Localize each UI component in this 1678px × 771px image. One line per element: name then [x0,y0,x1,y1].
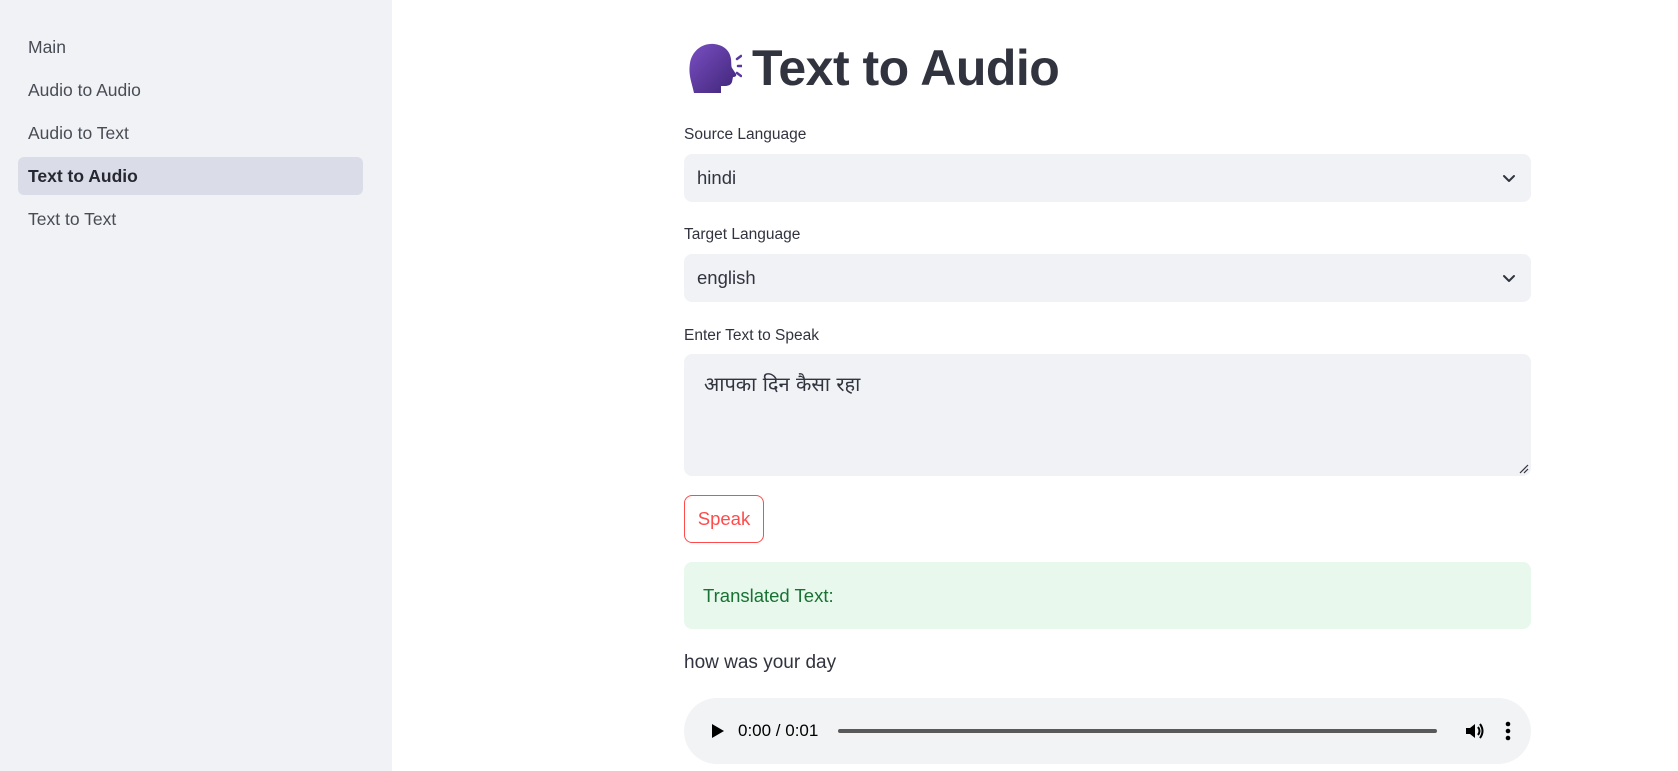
audio-time: 0:00 / 0:01 [738,721,819,740]
page-title-text: Text to Audio [752,40,1060,96]
success-alert-text: Translated Text: [703,584,834,606]
success-alert: Translated Text: [684,562,1531,629]
target-language-label: Target Language [684,226,801,243]
sidebar-item-main[interactable]: Main [18,28,363,66]
source-language-value: hindi [697,167,737,188]
text-input-label: Enter Text to Speak [684,327,819,344]
source-language-label: Source Language [684,126,807,143]
sidebar-item-text-to-audio[interactable]: Text to Audio [18,157,363,195]
sidebar-item-audio-to-audio[interactable]: Audio to Audio [18,71,363,109]
speaking-head-icon [689,43,742,93]
text-to-speak-textarea[interactable]: आपका दिन कैसा रहा [684,354,1531,476]
audio-player[interactable]: 0:00 / 0:01 [684,698,1531,764]
target-language-value: english [697,267,756,288]
volume-icon[interactable] [1463,720,1485,742]
speak-button[interactable]: Speak [684,495,764,543]
play-icon[interactable] [708,722,726,740]
translated-text: how was your day [684,652,837,673]
page-title: Text to Audio [684,38,1060,98]
sidebar: Main Audio to Audio Audio to Text Text t… [0,0,392,771]
sidebar-item-text-to-text[interactable]: Text to Text [18,200,363,238]
chevron-down-icon [1503,175,1515,182]
audio-progress-bar[interactable] [838,729,1437,733]
text-to-speak-value: आपका दिन कैसा रहा [704,372,861,396]
sidebar-item-audio-to-text[interactable]: Audio to Text [18,114,363,152]
resize-handle-icon[interactable] [1517,462,1529,474]
more-options-icon[interactable] [1505,721,1511,741]
source-language-select[interactable]: hindi [684,154,1531,202]
target-language-select[interactable]: english [684,254,1531,302]
chevron-down-icon [1503,275,1515,282]
